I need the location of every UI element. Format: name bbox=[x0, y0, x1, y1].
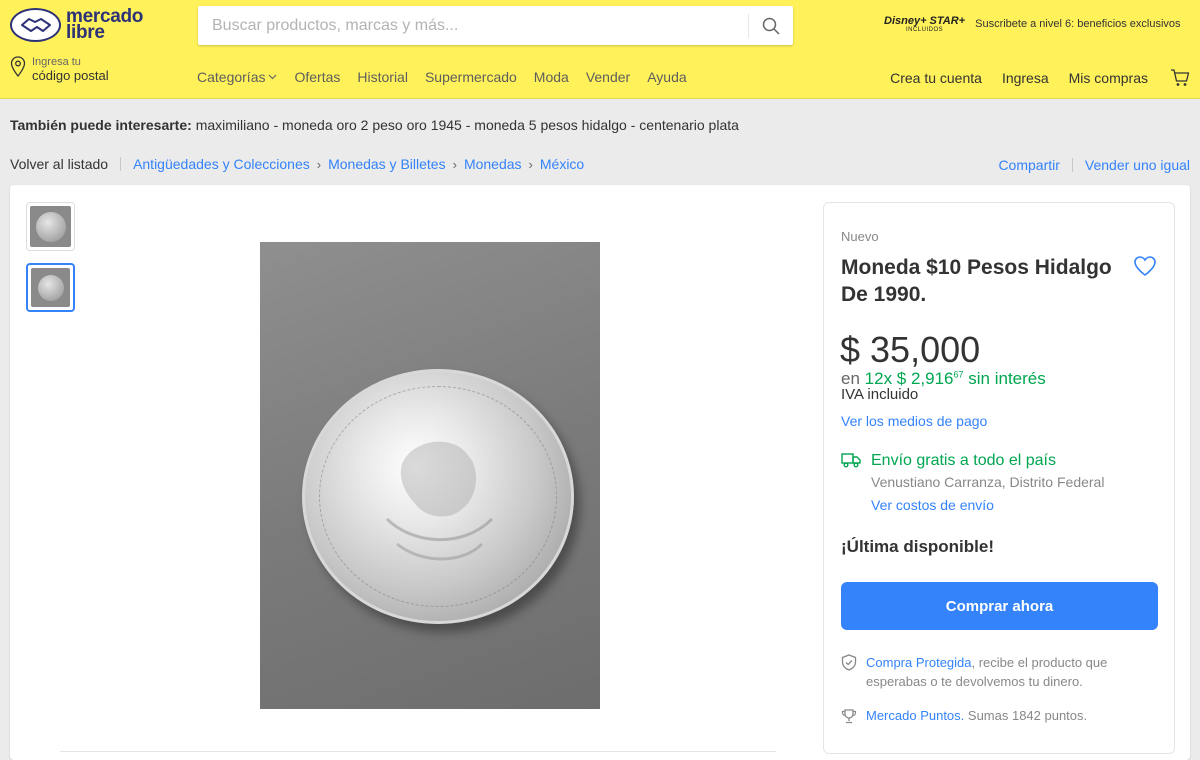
breadcrumb: Volver al listado Antigüedades y Colecci… bbox=[10, 156, 584, 172]
buy-now-button[interactable]: Comprar ahora bbox=[841, 582, 1158, 630]
header: mercado libre Disney+ STAR+ INCLUIDOS Su… bbox=[0, 0, 1200, 99]
search-button[interactable] bbox=[749, 6, 793, 45]
handshake-icon bbox=[10, 8, 61, 42]
nav-categorias[interactable]: Categorías bbox=[197, 69, 277, 85]
product-card: Nuevo Moneda $10 Pesos Hidalgo De 1990. … bbox=[10, 185, 1190, 760]
search-bar bbox=[198, 6, 793, 45]
related-label: También puede interesarte: bbox=[10, 117, 192, 133]
promo-brands: Disney+ STAR+ bbox=[884, 15, 966, 27]
breadcrumb-mexico[interactable]: México bbox=[540, 156, 584, 172]
buy-box: Nuevo Moneda $10 Pesos Hidalgo De 1990. … bbox=[823, 202, 1175, 754]
nav-historial[interactable]: Historial bbox=[357, 69, 408, 85]
postal-code-selector[interactable]: Ingresa tu código postal bbox=[10, 56, 109, 84]
chevron-right-icon: › bbox=[528, 156, 533, 172]
main-nav: Categorías Ofertas Historial Supermercad… bbox=[197, 69, 704, 85]
free-shipping-label: Envío gratis a todo el país bbox=[871, 452, 1056, 469]
price: $ 35,000 bbox=[840, 329, 981, 370]
chevron-down-icon bbox=[269, 74, 277, 80]
subscription-promo[interactable]: Disney+ STAR+ INCLUIDOS Suscribete a niv… bbox=[884, 15, 1181, 33]
thumbnail-2[interactable] bbox=[26, 263, 75, 312]
protected-purchase-link[interactable]: Compra Protegida bbox=[866, 655, 972, 670]
promo-included: INCLUIDOS bbox=[905, 27, 944, 33]
back-to-list-link[interactable]: Volver al listado bbox=[10, 156, 108, 172]
truck-icon bbox=[841, 453, 861, 468]
coin-thumbnail-image bbox=[30, 206, 71, 247]
cart-icon[interactable] bbox=[1170, 69, 1190, 87]
nav-ofertas[interactable]: Ofertas bbox=[294, 69, 340, 85]
sell-same-link[interactable]: Vender uno igual bbox=[1085, 157, 1190, 173]
breadcrumb-separator bbox=[120, 157, 122, 171]
create-account-link[interactable]: Crea tu cuenta bbox=[890, 70, 982, 86]
shipping-location: Venustiano Carranza, Distrito Federal bbox=[871, 474, 1105, 490]
search-icon bbox=[762, 17, 780, 35]
search-input[interactable] bbox=[198, 6, 748, 45]
heart-icon[interactable] bbox=[1133, 255, 1157, 277]
product-image[interactable] bbox=[260, 242, 600, 709]
nav-ayuda[interactable]: Ayuda bbox=[647, 69, 686, 85]
trophy-icon bbox=[841, 709, 857, 724]
nav-supermercado[interactable]: Supermercado bbox=[425, 69, 517, 85]
coin-thumbnail-image bbox=[31, 268, 70, 307]
related-searches: También puede interesarte: maximiliano -… bbox=[10, 117, 739, 133]
coin-image bbox=[302, 369, 574, 624]
product-title: Moneda $10 Pesos Hidalgo De 1990. bbox=[841, 256, 1112, 306]
mercado-points-link[interactable]: Mercado Puntos. bbox=[866, 708, 964, 723]
location-postal: código postal bbox=[32, 68, 109, 83]
promo-text: Suscribete a nivel 6: beneficios exclusi… bbox=[975, 18, 1181, 30]
nav-vender[interactable]: Vender bbox=[586, 69, 630, 85]
account-nav: Crea tu cuenta Ingresa Mis compras bbox=[870, 69, 1190, 87]
chevron-right-icon: › bbox=[316, 156, 322, 172]
disney-star-logo: Disney+ STAR+ INCLUIDOS bbox=[884, 15, 965, 33]
condition-label: Nuevo bbox=[841, 229, 879, 244]
breadcrumb-antiguedades[interactable]: Antigüedades y Colecciones bbox=[133, 156, 310, 172]
chevron-right-icon: › bbox=[452, 156, 457, 172]
breadcrumb-monedas[interactable]: Monedas bbox=[464, 156, 522, 172]
location-hint: Ingresa tu bbox=[32, 56, 81, 68]
login-link[interactable]: Ingresa bbox=[1002, 70, 1049, 86]
shipping-costs-link[interactable]: Ver costos de envío bbox=[871, 497, 994, 513]
installments-cents: 67 bbox=[953, 369, 964, 380]
share-separator bbox=[1071, 158, 1073, 172]
iva-label: IVA incluido bbox=[841, 386, 919, 403]
share-actions: Compartir Vender uno igual bbox=[998, 157, 1190, 173]
mercadolibre-logo[interactable]: mercado libre bbox=[10, 7, 143, 43]
breadcrumb-monedas-billetes[interactable]: Monedas y Billetes bbox=[328, 156, 446, 172]
related-items[interactable]: maximiliano - moneda oro 2 peso oro 1945… bbox=[196, 117, 739, 133]
thumbnail-1[interactable] bbox=[26, 202, 75, 251]
share-link[interactable]: Compartir bbox=[998, 157, 1059, 173]
location-pin-icon bbox=[10, 56, 26, 78]
logo-line2: libre bbox=[66, 22, 105, 43]
shield-check-icon bbox=[841, 654, 857, 671]
my-purchases-link[interactable]: Mis compras bbox=[1069, 70, 1148, 86]
divider bbox=[60, 751, 776, 752]
mercado-points-text: Mercado Puntos. Sumas 1842 puntos. bbox=[866, 708, 1088, 723]
stock-label: ¡Última disponible! bbox=[841, 537, 994, 556]
nav-moda[interactable]: Moda bbox=[534, 69, 569, 85]
protected-purchase-text: Compra Protegida, recibe el producto que… bbox=[866, 655, 1108, 689]
payment-methods-link[interactable]: Ver los medios de pago bbox=[841, 413, 987, 429]
